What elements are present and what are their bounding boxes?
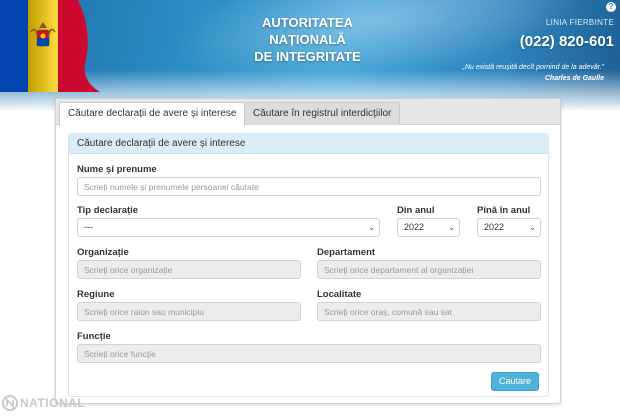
region-input[interactable]: [77, 302, 301, 321]
name-label: Nume și prenume: [77, 164, 157, 175]
locality-input[interactable]: [317, 302, 541, 321]
org-title-line-1: AUTORITATEA: [262, 15, 353, 30]
help-icon[interactable]: ?: [606, 2, 616, 12]
locality-label: Localitate: [317, 289, 362, 300]
search-button[interactable]: Cautare: [491, 372, 539, 391]
organization-input[interactable]: [77, 260, 301, 279]
tab-declarations-search[interactable]: Căutare declarații de avere și interese: [59, 102, 246, 126]
declaration-type-value: ---: [84, 222, 93, 232]
to-year-select[interactable]: 2022 ⌄: [477, 218, 541, 237]
site-header: AUTORITATEA NAȚIONALĂ DE INTEGRITATE ? L…: [0, 0, 620, 110]
to-year-value: 2022: [484, 222, 505, 232]
declaration-type-label: Tip declarație: [77, 205, 139, 216]
quote-author: Charles de Gaulle: [544, 75, 604, 82]
tab-interdictions-registry[interactable]: Căutare în registrul interdicțiilor: [244, 102, 401, 125]
national-logo-icon: [2, 395, 18, 411]
watermark-brand: NATIONAL: [20, 396, 86, 410]
department-input[interactable]: [317, 260, 541, 279]
chevron-down-icon: ⌄: [448, 223, 455, 232]
name-input[interactable]: [77, 177, 541, 196]
function-input[interactable]: [77, 344, 541, 363]
department-label: Departament: [317, 247, 376, 258]
organization-label: Organizație: [77, 247, 129, 258]
from-year-select[interactable]: 2022 ⌄: [397, 218, 460, 237]
to-year-label: Pînă în anul: [477, 205, 531, 216]
header-quote: „Nu există reușită decît pornind de la a…: [462, 64, 604, 71]
moldova-flag-icon: [0, 0, 100, 92]
org-title-line-3: DE INTEGRITATE: [254, 49, 361, 64]
form-title: Căutare declarații de avere și interese: [69, 134, 548, 154]
region-label: Regiune: [77, 289, 115, 300]
from-year-value: 2022: [404, 222, 425, 232]
tab-bar: Căutare declarații de avere și interese …: [56, 99, 560, 126]
declaration-type-select[interactable]: --- ⌄: [77, 218, 380, 237]
search-form-card: Căutare declarații de avere și interese …: [68, 133, 549, 397]
org-title-line-2: NAȚIONALĂ: [269, 32, 346, 47]
hotline-number: (022) 820-601: [519, 33, 614, 50]
watermark: NATIONAL: [2, 395, 85, 411]
org-title: AUTORITATEA NAȚIONALĂ DE INTEGRITATE: [230, 14, 385, 65]
function-label: Funcție: [77, 331, 111, 342]
from-year-label: Din anul: [397, 205, 435, 216]
chevron-down-icon: ⌄: [529, 223, 536, 232]
chevron-down-icon: ⌄: [368, 223, 375, 232]
search-panel: Căutare declarații de avere și interese …: [55, 98, 561, 404]
hotline-label: LINIA FIERBINTE: [545, 18, 614, 27]
